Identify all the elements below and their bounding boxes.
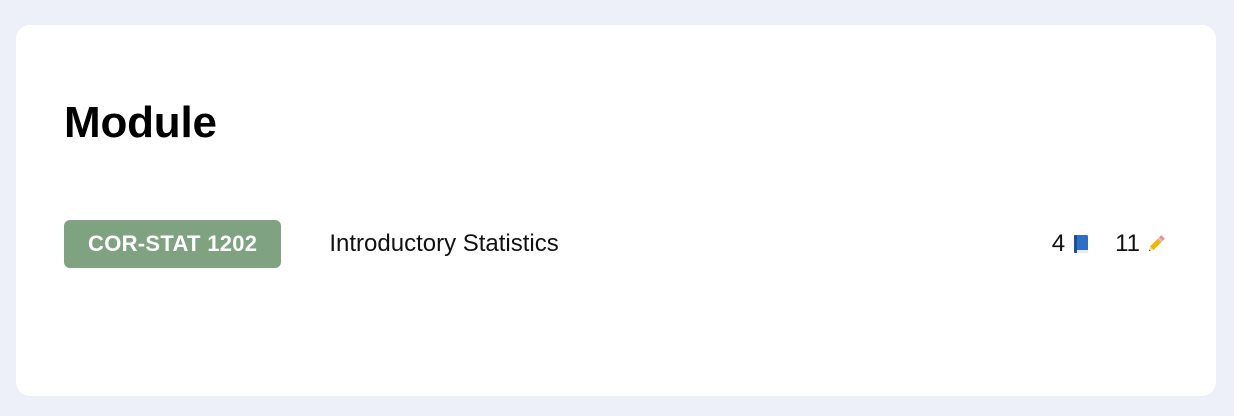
- exercise-count: 11: [1115, 230, 1140, 257]
- book-count: 4: [1051, 230, 1066, 257]
- module-name: Introductory Statistics: [329, 230, 559, 257]
- module-code-badge: COR-STAT 1202: [64, 220, 282, 268]
- module-row[interactable]: COR-STAT 1202 Introductory Statistics 4 …: [64, 220, 1168, 268]
- stat-books: 4: [1052, 230, 1093, 258]
- book-icon: [1069, 232, 1093, 256]
- stat-exercises: 11: [1115, 230, 1168, 258]
- module-card: Module COR-STAT 1202 Introductory Statis…: [16, 25, 1216, 396]
- pencil-icon: [1144, 232, 1168, 256]
- module-stats: 4 11: [1052, 230, 1168, 258]
- page-title: Module: [64, 98, 217, 147]
